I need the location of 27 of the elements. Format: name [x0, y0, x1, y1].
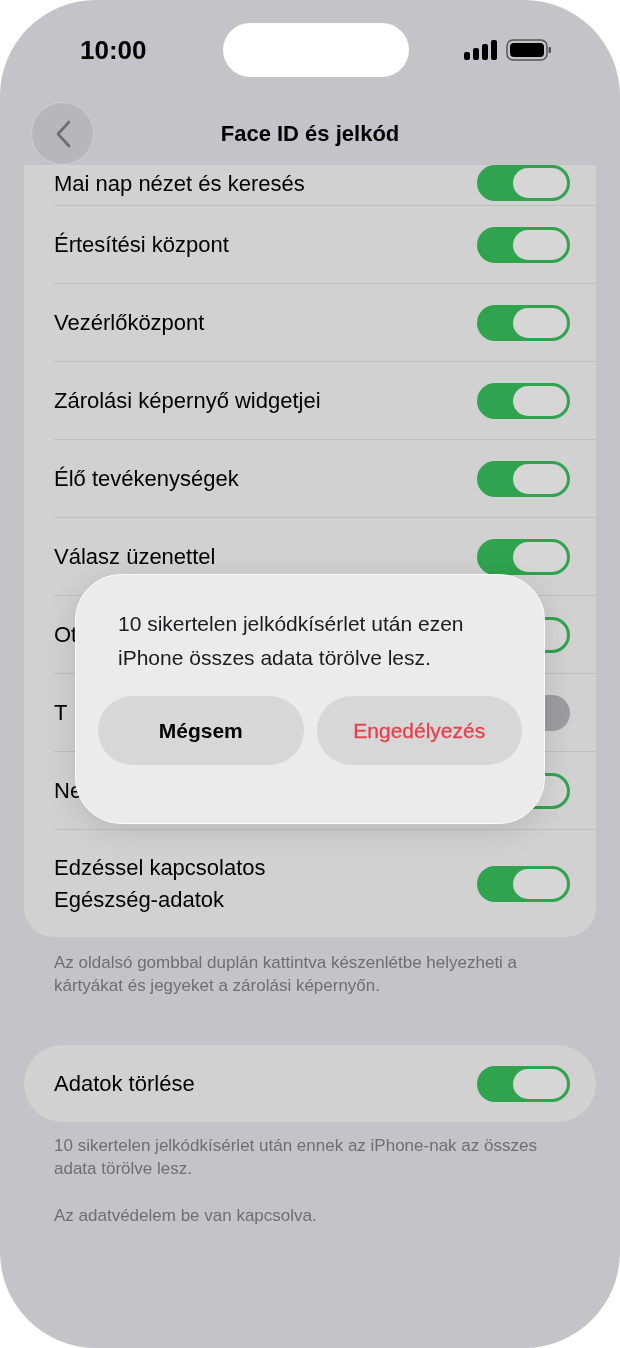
signal-icon — [464, 40, 498, 60]
setting-label: Adatok törlése — [54, 1069, 195, 1098]
toggle-switch[interactable] — [477, 460, 570, 497]
toggle-switch[interactable] — [477, 1065, 570, 1102]
battery-icon — [506, 39, 552, 61]
setting-label: Válasz üzenettel — [54, 542, 216, 571]
toggle-switch[interactable] — [477, 304, 570, 341]
page-title: Face ID és jelkód — [219, 121, 401, 147]
footnote-text: 10 sikertelen jelkódkísérlet után ennek az iPhone-nak az összes adata törölve lesz. — [54, 1135, 538, 1180]
toggle-switch[interactable] — [477, 382, 570, 419]
setting-label: Mai nap nézet és keresés — [54, 170, 305, 198]
clock-time: 10:00 — [80, 34, 148, 66]
toggle-switch[interactable] — [477, 165, 570, 201]
setting-label: Edzéssel kapcsolatos Egészség-adatok — [54, 853, 266, 914]
setting-label: Zárolási képernyő widgetjei — [54, 386, 321, 415]
setting-label: T — [54, 698, 68, 727]
cancel-button[interactable]: Mégsem — [98, 696, 304, 765]
footnote-text: Az adatvédelem be van kapcsolva. — [54, 1205, 318, 1227]
toggle-switch[interactable] — [477, 865, 570, 902]
setting-label: Élő tevékenységek — [54, 464, 239, 493]
setting-label: Értesítési központ — [54, 230, 229, 259]
footnote-text: Az oldalsó gombbal duplán kattintva készenlétbe helyezheti a kártyákat és jegyeket a zárolási képernyőn. — [54, 952, 519, 997]
toggle-switch[interactable] — [477, 226, 570, 263]
alert-message: 10 sikertelen jelkódkísérlet után ezen iPhone összes adata törölve lesz. — [117, 611, 465, 671]
setting-label: Vezérlőközpont — [54, 308, 205, 337]
toggle-switch[interactable] — [477, 538, 570, 575]
chevron-left-icon — [54, 119, 71, 148]
